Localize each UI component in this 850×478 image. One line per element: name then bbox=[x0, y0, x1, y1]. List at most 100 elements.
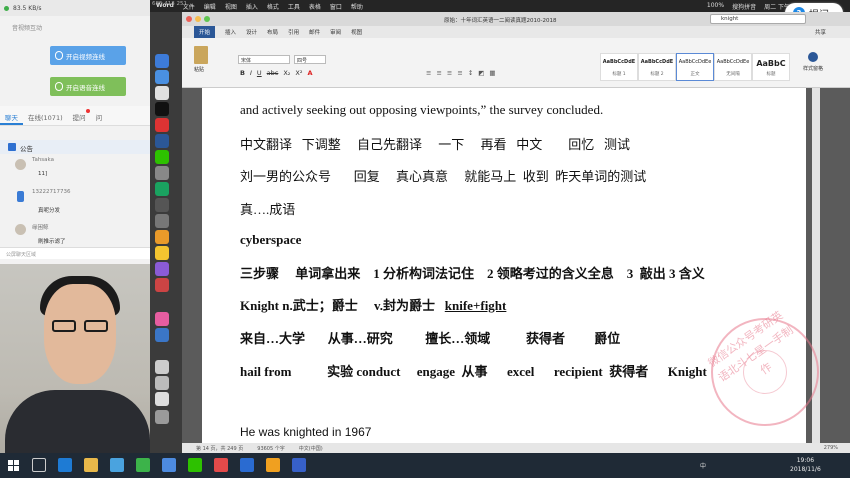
style-name: 标题 bbox=[766, 72, 776, 77]
app-icon[interactable] bbox=[155, 166, 169, 180]
app-icon[interactable] bbox=[155, 278, 169, 292]
doc-line: and actively seeking out opposing viewpo… bbox=[240, 102, 604, 117]
app-icon[interactable] bbox=[155, 198, 169, 212]
share-button[interactable]: 共享 bbox=[815, 28, 826, 36]
chat-text: 真呢分发 bbox=[38, 208, 61, 214]
paste-label: 粘贴 bbox=[194, 67, 205, 73]
superscript-button[interactable]: X² bbox=[295, 69, 302, 77]
windows-start-icon[interactable] bbox=[8, 460, 19, 471]
wechat-icon[interactable] bbox=[155, 150, 169, 164]
borders-icon[interactable]: ▦ bbox=[489, 69, 495, 77]
style-no-spacing[interactable]: AaBbCcDdEe 无间隔 bbox=[714, 53, 752, 81]
wechat-taskbar-icon[interactable] bbox=[188, 458, 202, 472]
tab-mailings[interactable]: 邮件 bbox=[309, 28, 320, 36]
menu-item[interactable]: 编辑 bbox=[204, 2, 216, 11]
line-spacing-icon[interactable]: ↕ bbox=[468, 69, 473, 77]
align-center-icon[interactable]: ≡ bbox=[436, 69, 441, 77]
style-sample: AaBbCcDdE bbox=[602, 59, 636, 65]
folder-icon[interactable] bbox=[155, 376, 169, 390]
edge-icon[interactable] bbox=[58, 458, 72, 472]
justify-icon[interactable]: ≡ bbox=[457, 69, 462, 77]
italic-button[interactable]: I bbox=[250, 69, 252, 77]
align-right-icon[interactable]: ≡ bbox=[447, 69, 452, 77]
align-left-icon[interactable]: ≡ bbox=[426, 69, 431, 77]
app-icon[interactable] bbox=[266, 458, 280, 472]
explorer-icon[interactable] bbox=[84, 458, 98, 472]
app-icon[interactable] bbox=[214, 458, 228, 472]
watermark-stamp: 微信公众号考研英语北斗七星一手制作 bbox=[706, 309, 819, 426]
style-gallery: AaBbCcDdE 标题 1 AaBbCcDdE 标题 2 AaBbCcDdEe… bbox=[600, 53, 790, 81]
paste-button[interactable]: 粘贴 bbox=[194, 46, 208, 73]
music-icon[interactable] bbox=[155, 312, 169, 326]
tab-design[interactable]: 设计 bbox=[246, 28, 257, 36]
zoom-level[interactable]: 279% bbox=[824, 445, 838, 451]
folder-icon[interactable] bbox=[155, 392, 169, 406]
app-icon[interactable] bbox=[292, 458, 306, 472]
trash-icon[interactable] bbox=[155, 410, 169, 424]
app-icon[interactable] bbox=[136, 458, 150, 472]
tab-insert[interactable]: 插入 bbox=[225, 28, 236, 36]
webcam-glasses bbox=[84, 320, 108, 332]
start-video-button[interactable]: 开启视频连线 bbox=[50, 46, 126, 65]
strikethrough-button[interactable]: abc bbox=[267, 69, 279, 77]
system-tray[interactable]: 中 bbox=[700, 461, 706, 470]
font-color-button[interactable]: A bbox=[307, 69, 312, 77]
tab-home[interactable]: 开始 bbox=[194, 26, 216, 38]
font-size-select[interactable]: 四号 bbox=[294, 55, 326, 64]
menu-item[interactable]: 工具 bbox=[288, 2, 300, 11]
style-heading-1[interactable]: AaBbCcDdE 标题 1 bbox=[600, 53, 638, 81]
menu-item[interactable]: 表格 bbox=[309, 2, 321, 11]
folder-icon[interactable] bbox=[155, 360, 169, 374]
chat-input-area[interactable]: 公屏聊天区域 bbox=[0, 247, 150, 259]
store-icon[interactable] bbox=[110, 458, 124, 472]
clipboard-icon bbox=[194, 46, 208, 64]
word-icon[interactable] bbox=[155, 134, 169, 148]
tab-questions[interactable]: 提问 bbox=[68, 106, 91, 125]
tab-more[interactable]: 问 bbox=[91, 106, 108, 125]
input-method[interactable]: 搜狗拼音 bbox=[732, 2, 756, 11]
menu-item[interactable]: 插入 bbox=[246, 2, 258, 11]
app-icon[interactable] bbox=[240, 458, 254, 472]
menu-item[interactable]: 帮助 bbox=[351, 2, 363, 11]
style-title[interactable]: AaBbC 标题 bbox=[752, 53, 790, 81]
search-input[interactable]: knight bbox=[710, 14, 806, 24]
safari-icon[interactable] bbox=[155, 70, 169, 84]
tab-chat[interactable]: 聊天 bbox=[0, 106, 23, 125]
maximize-icon[interactable] bbox=[204, 16, 210, 22]
minimize-icon[interactable] bbox=[195, 16, 201, 22]
app-icon[interactable] bbox=[162, 458, 176, 472]
menu-item[interactable]: 视图 bbox=[225, 2, 237, 11]
menu-item[interactable]: 窗口 bbox=[330, 2, 342, 11]
start-voice-button[interactable]: 开启语音连线 bbox=[50, 77, 126, 96]
help-icon[interactable] bbox=[155, 214, 169, 228]
styles-pane-button[interactable]: 样式窗格 bbox=[798, 52, 828, 72]
app-icon[interactable] bbox=[155, 262, 169, 276]
app-icon[interactable] bbox=[155, 230, 169, 244]
announcement-label: 公告 bbox=[20, 145, 33, 153]
terminal-icon[interactable] bbox=[155, 102, 169, 116]
app-icon[interactable] bbox=[155, 182, 169, 196]
tab-online[interactable]: 在线(1071) bbox=[23, 106, 68, 125]
shading-icon[interactable]: ◩ bbox=[478, 69, 484, 77]
menu-item[interactable]: 格式 bbox=[267, 2, 279, 11]
style-normal[interactable]: AaBbCcDdEe 正文 bbox=[676, 53, 714, 81]
tab-view[interactable]: 视图 bbox=[351, 28, 362, 36]
task-view-icon[interactable] bbox=[32, 458, 46, 472]
bold-button[interactable]: B bbox=[240, 69, 245, 77]
underline-button[interactable]: U bbox=[257, 69, 262, 77]
app-icon[interactable] bbox=[155, 246, 169, 260]
app-icon[interactable] bbox=[155, 328, 169, 342]
tab-layout[interactable]: 布局 bbox=[267, 28, 278, 36]
start-voice-label: 开启语音连线 bbox=[66, 83, 105, 92]
tab-review[interactable]: 审阅 bbox=[330, 28, 341, 36]
preview-icon[interactable] bbox=[155, 86, 169, 100]
app-icon[interactable] bbox=[155, 118, 169, 132]
font-name-select[interactable]: 宋体 bbox=[238, 55, 290, 64]
taskbar-clock[interactable]: 19:06 2018/11/6 bbox=[790, 456, 821, 474]
announcement-bar[interactable]: 公告 bbox=[0, 140, 150, 154]
finder-icon[interactable] bbox=[155, 54, 169, 68]
tab-references[interactable]: 引用 bbox=[288, 28, 299, 36]
style-heading-2[interactable]: AaBbCcDdE 标题 2 bbox=[638, 53, 676, 81]
close-icon[interactable] bbox=[186, 16, 192, 22]
subscript-button[interactable]: X₂ bbox=[283, 69, 290, 77]
